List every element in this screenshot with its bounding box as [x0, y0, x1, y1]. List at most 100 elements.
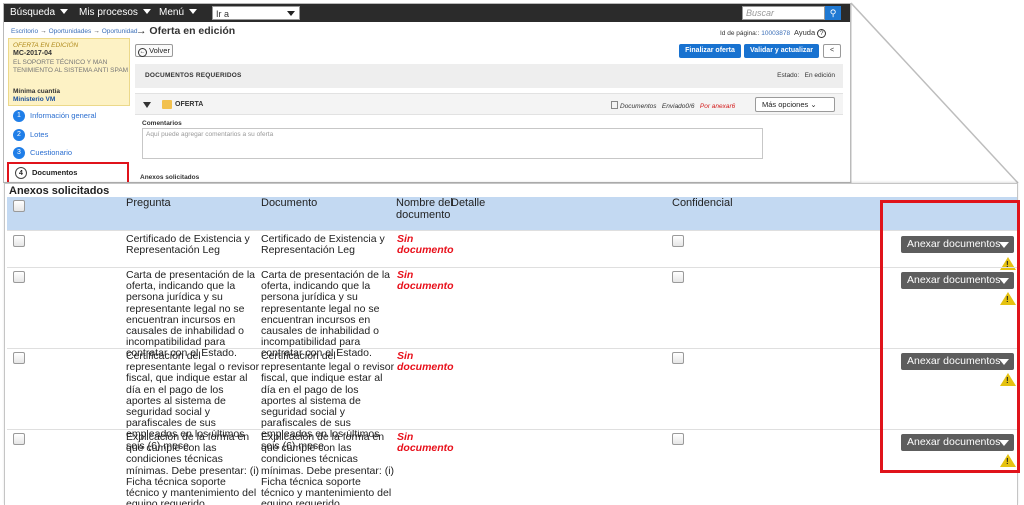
anexos-zoom-panel: Anexos solicitados Pregunta Documento No…: [4, 183, 1018, 505]
step-documentos[interactable]: 4 Documentos: [7, 162, 129, 182]
search-menu[interactable]: Búsqueda: [10, 7, 69, 18]
attach-buttons-highlight: [880, 200, 1020, 473]
row-doc-name: Sin documento: [397, 350, 454, 373]
row-document: Carta de presentación de la oferta, indi…: [261, 269, 390, 360]
process-modality: Mínima cuantía: [13, 88, 60, 95]
row-checkbox[interactable]: [13, 271, 25, 283]
documents-summary: Documentos Enviado0/6 Por anexar6: [611, 101, 735, 110]
process-status: OFERTA EN EDICIÓN: [13, 42, 79, 49]
process-entity: Ministerio VM: [13, 96, 56, 103]
header-confidential: Confidencial: [672, 197, 733, 209]
row-doc-name: Sin documento: [397, 431, 454, 454]
header-detail: Detalle: [451, 197, 486, 209]
search-menu-label: Búsqueda: [10, 7, 56, 18]
table-row: Explicación de la forma en que cumple co…: [7, 429, 1017, 505]
volver-label: Volver: [149, 46, 170, 55]
anexos-small-title: Anexos solicitados: [140, 174, 200, 181]
row-document: Explicación de la forma en que cumple co…: [261, 431, 395, 505]
main-menu[interactable]: Menú: [159, 7, 198, 18]
pending-count: Por anexar6: [699, 103, 736, 110]
row-question: Carta de presentación de la oferta, indi…: [126, 269, 255, 360]
search-icon: ⚲: [829, 8, 837, 18]
back-arrow-icon: ←: [138, 48, 147, 57]
step-label: Información general: [30, 110, 97, 120]
process-code: MC-2017-04: [13, 50, 52, 57]
breadcrumb-arrow: →: [40, 28, 47, 35]
state-label: Estado:: [777, 72, 800, 79]
comments-textarea[interactable]: Aquí puede agregar comentarios a su ofer…: [142, 128, 763, 159]
processes-menu[interactable]: Mis procesos: [79, 7, 151, 18]
row-checkbox[interactable]: [13, 433, 25, 445]
breadcrumb-item[interactable]: Oportunidades: [49, 28, 92, 35]
process-description: EL SOPORTE TÉCNICO Y MAN TENIMIENTO AL S…: [13, 59, 129, 74]
screenshot-stage: Búsqueda Mis procesos Menú Ir a Buscar ⚲…: [0, 0, 1024, 505]
help-icon: ?: [817, 29, 827, 38]
header-question: Pregunta: [126, 197, 171, 209]
table-header-row: Pregunta Documento Nombre del documento …: [7, 197, 1017, 230]
header-document: Documento: [261, 197, 318, 209]
volver-button[interactable]: ← Volver: [135, 44, 173, 57]
step-informacion-general[interactable]: 1 Información general: [13, 110, 96, 122]
header-doc-name: Nombre del documento: [396, 197, 453, 221]
caret-down-icon: [189, 9, 198, 14]
sent-count: Enviado0/6: [661, 103, 695, 110]
row-question: Explicación de la forma en que cumple co…: [126, 431, 260, 505]
anexos-title: Anexos solicitados: [9, 185, 110, 197]
page-id-label: Id de página::: [720, 30, 760, 37]
step-number-badge: 4: [15, 167, 27, 179]
help-link[interactable]: Ayuda?: [794, 28, 827, 38]
page-title: → Oferta en edición: [136, 25, 236, 37]
step-lotes[interactable]: 2 Lotes: [13, 129, 48, 141]
confidential-checkbox[interactable]: [672, 433, 684, 445]
finalizar-oferta-button[interactable]: Finalizar oferta: [679, 44, 741, 58]
row-doc-name: Sin documento: [397, 233, 454, 256]
select-all-checkbox[interactable]: [13, 200, 25, 212]
more-options-label: Más opciones: [762, 100, 809, 109]
help-label: Ayuda: [794, 28, 816, 37]
search-input[interactable]: Buscar: [742, 6, 825, 20]
page-id-value: 10003878: [761, 30, 791, 37]
goto-select-value: Ir a: [216, 9, 230, 19]
table-row: Carta de presentación de la oferta, indi…: [7, 267, 1017, 359]
process-summary-panel: OFERTA EN EDICIÓN MC-2017-04 EL SOPORTE …: [8, 38, 130, 106]
step-label: Lotes: [30, 129, 49, 139]
step-number-badge: 3: [13, 147, 25, 159]
caret-down-icon: [142, 9, 151, 14]
breadcrumb: Escritorio → Oportunidades → Oportunidad: [11, 28, 138, 35]
row-doc-name: Sin documento: [397, 269, 454, 292]
more-options-button[interactable]: Más opciones ⌄: [755, 97, 835, 112]
confidential-checkbox[interactable]: [672, 271, 684, 283]
breadcrumb-item[interactable]: Oportunidad: [102, 28, 138, 35]
oferta-section-bar: OFERTA Documentos Enviado0/6 Por anexar6…: [135, 93, 843, 115]
page-id: Id de página:: 10003878: [720, 30, 790, 37]
processes-menu-label: Mis procesos: [79, 7, 138, 18]
folder-icon: [162, 100, 172, 109]
documents-required-title: DOCUMENTOS REQUERIDOS: [145, 72, 242, 79]
row-checkbox[interactable]: [13, 352, 25, 364]
goto-select[interactable]: Ir a: [212, 6, 300, 20]
search-button[interactable]: ⚲: [825, 6, 841, 20]
state-value: En edición: [804, 72, 835, 79]
step-label: Documentos: [32, 167, 78, 177]
step-number-badge: 1: [13, 110, 25, 122]
top-navigation-bar: Búsqueda Mis procesos Menú Ir a Buscar ⚲: [4, 4, 850, 22]
background-page: Búsqueda Mis procesos Menú Ir a Buscar ⚲…: [3, 3, 851, 183]
confidential-checkbox[interactable]: [672, 352, 684, 364]
table-row: Certificación del representante legal o …: [7, 348, 1017, 451]
step-number-badge: 2: [13, 129, 25, 141]
main-menu-label: Menú: [159, 7, 185, 18]
breadcrumb-item[interactable]: Escritorio: [11, 28, 38, 35]
row-checkbox[interactable]: [13, 235, 25, 247]
confidential-checkbox[interactable]: [672, 235, 684, 247]
documents-required-bar: DOCUMENTOS REQUERIDOS Estado: En edición: [135, 64, 843, 88]
documents-state: Estado: En edición: [777, 72, 835, 79]
chevron-down-icon: ⌄: [810, 100, 817, 109]
comments-label: Comentarios: [142, 120, 182, 127]
expand-triangle-icon[interactable]: [143, 102, 151, 108]
step-cuestionario[interactable]: 3 Cuestionario: [13, 147, 72, 159]
breadcrumb-arrow: →: [93, 28, 100, 35]
step-label: Cuestionario: [30, 147, 73, 157]
caret-down-icon: [60, 9, 69, 14]
collapse-button[interactable]: <: [823, 44, 841, 58]
validar-actualizar-button[interactable]: Validar y actualizar: [744, 44, 819, 58]
